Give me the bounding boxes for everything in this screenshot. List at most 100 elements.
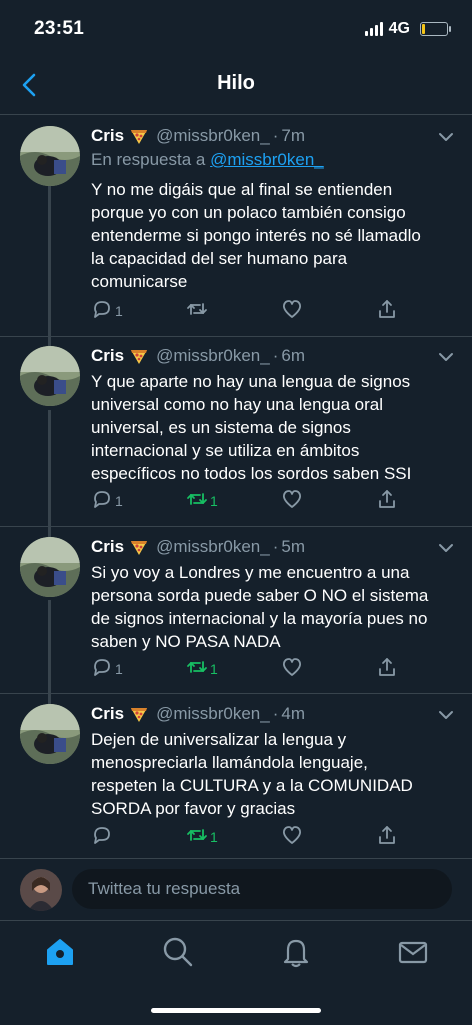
avatar[interactable] bbox=[20, 869, 62, 911]
reply-icon bbox=[91, 824, 113, 849]
thread-header: Hilo bbox=[0, 58, 472, 115]
share-icon bbox=[376, 298, 398, 323]
tweet-text-line: porque yo con un polaco también consigo bbox=[91, 203, 406, 222]
timestamp[interactable]: 4m bbox=[281, 704, 305, 724]
tweet-text-line: universal, es un sistema de signos bbox=[91, 418, 351, 437]
tweet-text-line: Si yo voy a Londres y me encuentro a una bbox=[91, 563, 410, 582]
messages-icon[interactable] bbox=[396, 935, 430, 969]
like-button[interactable] bbox=[281, 656, 303, 681]
retweet-button[interactable] bbox=[186, 298, 210, 323]
tweet-text-line: saben y NO PASA NADA bbox=[91, 632, 281, 651]
timestamp[interactable]: 5m bbox=[281, 537, 305, 557]
reply-context-label: En respuesta a bbox=[91, 150, 206, 169]
status-bar: 23:51 4G bbox=[0, 0, 472, 58]
share-button[interactable] bbox=[376, 656, 398, 681]
retweet-button[interactable]: 1 bbox=[186, 824, 218, 849]
tweet-text: Si yo voy a Londres y me encuentro a una… bbox=[91, 561, 451, 653]
divider bbox=[0, 526, 472, 527]
pizza-icon bbox=[129, 705, 149, 723]
retweet-icon bbox=[186, 298, 208, 323]
reply-button[interactable]: 1 bbox=[91, 488, 123, 513]
notifications-icon[interactable] bbox=[279, 935, 313, 969]
network-label: 4G bbox=[388, 20, 410, 37]
author-name[interactable]: Cris bbox=[91, 704, 124, 724]
author-handle[interactable]: @missbr0ken_ bbox=[156, 704, 270, 724]
separator: · bbox=[272, 126, 279, 145]
tweet-text: Y no me digáis que al final se entienden… bbox=[91, 178, 451, 293]
avatar[interactable] bbox=[20, 126, 80, 186]
tweet-text-line: Y que aparte no hay una lengua de signos bbox=[91, 372, 411, 391]
tweet-text-line: específicos no todos los sordos saben SS… bbox=[91, 464, 412, 483]
status-indicators: 4G bbox=[364, 20, 451, 38]
author-handle[interactable]: @missbr0ken_ bbox=[156, 537, 270, 557]
reply-compose-bar: Twittea tu respuesta bbox=[0, 858, 472, 921]
like-button[interactable] bbox=[281, 824, 303, 849]
pizza-icon bbox=[129, 347, 149, 365]
tweet[interactable]: Cris @missbr0ken_ · 5m Si yo voy a Londr… bbox=[0, 537, 472, 686]
chevron-down-icon[interactable] bbox=[438, 708, 454, 720]
reply-context-handle[interactable]: @missbr0ken_ bbox=[210, 150, 324, 169]
reply-count: 1 bbox=[115, 302, 123, 319]
author-handle[interactable]: @missbr0ken_ bbox=[156, 126, 270, 146]
separator: · bbox=[272, 537, 279, 556]
share-button[interactable] bbox=[376, 824, 398, 849]
retweet-button[interactable]: 1 bbox=[186, 488, 218, 513]
tweet-text-line: Y no me digáis que al final se entienden bbox=[91, 180, 393, 199]
timestamp[interactable]: 6m bbox=[281, 346, 305, 366]
tweet-text-line: menospreciarla llamándola lenguaje, bbox=[91, 753, 368, 772]
timestamp[interactable]: 7m bbox=[281, 126, 305, 146]
reply-context: En respuesta a @missbr0ken_ bbox=[91, 150, 324, 170]
retweet-icon bbox=[186, 656, 208, 681]
search-icon[interactable] bbox=[161, 935, 195, 969]
reply-icon bbox=[91, 488, 113, 513]
tweet[interactable]: Cris @missbr0ken_ · 6m Y que aparte no h… bbox=[0, 346, 472, 518]
avatar[interactable] bbox=[20, 704, 80, 764]
share-button[interactable] bbox=[376, 298, 398, 323]
home-indicator bbox=[151, 1008, 321, 1013]
status-time: 23:51 bbox=[34, 18, 85, 39]
reply-input[interactable]: Twittea tu respuesta bbox=[72, 869, 452, 909]
tweet-header: Cris @missbr0ken_ · 4m bbox=[91, 704, 305, 724]
chevron-down-icon[interactable] bbox=[438, 350, 454, 362]
author-name[interactable]: Cris bbox=[91, 346, 124, 366]
tweet[interactable]: Cris @missbr0ken_ · 7m En respuesta a @m… bbox=[0, 126, 472, 328]
author-name[interactable]: Cris bbox=[91, 537, 124, 557]
divider bbox=[0, 336, 472, 337]
reply-icon bbox=[91, 298, 113, 323]
reply-icon bbox=[91, 656, 113, 681]
reply-button[interactable] bbox=[91, 824, 115, 849]
home-icon[interactable] bbox=[43, 935, 77, 969]
heart-icon bbox=[281, 488, 303, 513]
chevron-down-icon[interactable] bbox=[438, 541, 454, 553]
avatar[interactable] bbox=[20, 346, 80, 406]
heart-icon bbox=[281, 824, 303, 849]
tweet-text-line: internacional y se utiliza en ámbitos bbox=[91, 441, 360, 460]
tweet-header: Cris @missbr0ken_ · 7m bbox=[91, 126, 305, 146]
divider bbox=[0, 693, 472, 694]
retweet-count: 1 bbox=[210, 660, 218, 677]
tweet-text: Dejen de universalizar la lengua y menosp… bbox=[91, 728, 451, 820]
tweet[interactable]: Cris @missbr0ken_ · 4m Dejen de universa… bbox=[0, 704, 472, 854]
tweet-text-line: la capacidad del ser humano para bbox=[91, 249, 348, 268]
tweet-text: Y que aparte no hay una lengua de signos… bbox=[91, 370, 451, 485]
heart-icon bbox=[281, 656, 303, 681]
author-name[interactable]: Cris bbox=[91, 126, 124, 146]
retweet-button[interactable]: 1 bbox=[186, 656, 218, 681]
pizza-icon bbox=[129, 127, 149, 145]
retweet-count: 1 bbox=[210, 828, 218, 845]
share-button[interactable] bbox=[376, 488, 398, 513]
reply-button[interactable]: 1 bbox=[91, 298, 123, 323]
avatar[interactable] bbox=[20, 537, 80, 597]
like-button[interactable] bbox=[281, 298, 303, 323]
like-button[interactable] bbox=[281, 488, 303, 513]
battery-icon bbox=[420, 22, 451, 36]
chevron-down-icon[interactable] bbox=[438, 130, 454, 142]
author-handle[interactable]: @missbr0ken_ bbox=[156, 346, 270, 366]
tweet-header: Cris @missbr0ken_ · 5m bbox=[91, 537, 305, 557]
pizza-icon bbox=[129, 538, 149, 556]
tweet-actions: 1 1 bbox=[91, 488, 401, 512]
tweet-actions: 1 bbox=[91, 298, 401, 322]
reply-button[interactable]: 1 bbox=[91, 656, 123, 681]
tweet-text-line: entenderme si pongo interés no sé llamad… bbox=[91, 226, 421, 245]
reply-count: 1 bbox=[115, 660, 123, 677]
